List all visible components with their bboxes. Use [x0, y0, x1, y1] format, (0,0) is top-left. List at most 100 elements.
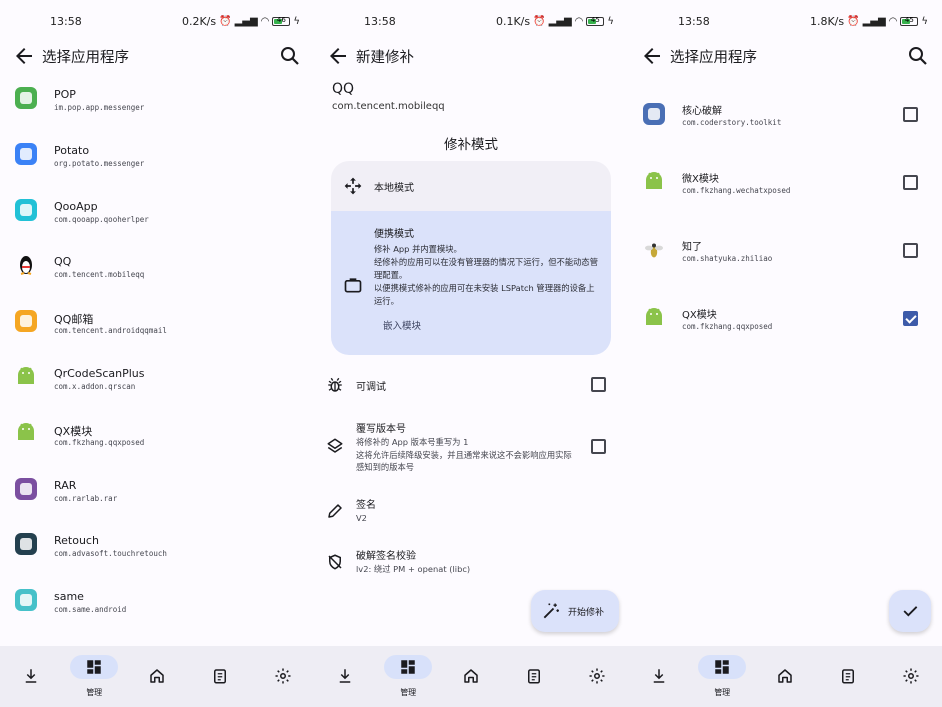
- sign-option[interactable]: 签名 V2: [314, 494, 628, 528]
- nav-item-dashboard[interactable]: 管理: [691, 646, 754, 707]
- module-checkbox[interactable]: [903, 243, 918, 258]
- module-icon: [642, 306, 666, 330]
- app-list-item[interactable]: QX模块 com.fkzhang.qqxposed: [0, 407, 314, 463]
- module-list-item[interactable]: QX模块 com.fkzhang.qqxposed: [628, 284, 942, 352]
- app-name: same: [54, 590, 84, 604]
- clipboard-icon: [525, 667, 543, 685]
- module-name: 核心破解: [682, 106, 722, 117]
- nav-item-clipboard[interactable]: [188, 646, 251, 707]
- app-list-item[interactable]: Retouch com.advasoft.touchretouch: [0, 518, 314, 574]
- nav-item-download[interactable]: [628, 646, 691, 707]
- module-list-item[interactable]: 微X模块 com.fkzhang.wechatxposed: [628, 148, 942, 216]
- override-version-option[interactable]: 覆写版本号 将修补的 App 版本号重写为 1 这将允许后续降级安装，并且通常来…: [314, 418, 628, 474]
- magic-wand-icon: [543, 603, 559, 619]
- nav-item-gear[interactable]: [251, 646, 314, 707]
- app-list: POP im.pop.app.messenger Potato org.potato.…: [0, 72, 314, 646]
- app-name: POP: [54, 88, 76, 101]
- app-list-item[interactable]: QQ邮箱 com.tencent.androidqqmail: [0, 295, 314, 351]
- app-name: QooApp: [54, 199, 98, 213]
- module-icon: [642, 170, 666, 194]
- alarm-icon: ⏰: [219, 15, 232, 27]
- arrow-left-icon[interactable]: [640, 44, 664, 68]
- top-app-bar: 选择应用程序: [0, 40, 314, 72]
- description-line: 这将允许后续降级安装，并且通常来说这不会影响应用实际感知到的版本号: [356, 449, 572, 473]
- dashboard-icon: [399, 658, 417, 676]
- module-list-item[interactable]: 核心破解 com.coderstory.toolkit: [628, 80, 942, 148]
- module-checkbox[interactable]: [903, 311, 918, 326]
- confirm-button[interactable]: [889, 590, 931, 632]
- network-speed: 0.2K/s: [181, 15, 217, 28]
- app-name: Potato: [54, 143, 90, 157]
- module-checkbox[interactable]: [903, 175, 918, 190]
- alarm-icon: ⏰: [847, 15, 860, 27]
- nav-item-home[interactable]: [440, 646, 503, 707]
- clipboard-icon: [839, 667, 857, 685]
- app-package: com.x.addon.qrscan: [54, 381, 136, 391]
- search-icon[interactable]: [278, 44, 302, 68]
- nav-item-download[interactable]: [0, 646, 63, 707]
- charging-icon: ϟ: [293, 15, 300, 27]
- screens: 13:58 0.2K/s ⏰ ▂▄▆ ◠ 46 ϟ 选择应用程序 POP im.p…: [0, 0, 942, 707]
- module-name: QX模块: [682, 310, 717, 321]
- status-time: 13:58: [364, 15, 396, 28]
- embed-modules-button[interactable]: 嵌入模块: [383, 318, 421, 332]
- mode-portable-option[interactable]: 便携模式 修补 App 并内置模块。 经修补的应用可以在没有管理器的情况下运行，…: [331, 211, 611, 355]
- app-list-item[interactable]: QQ com.tencent.mobileqq: [0, 239, 314, 295]
- app-list-item[interactable]: QooApp com.qooapp.qooherlper: [0, 184, 314, 240]
- alarm-icon: ⏰: [533, 15, 546, 27]
- debuggable-checkbox[interactable]: [591, 377, 606, 392]
- debuggable-option[interactable]: 可调试: [314, 372, 628, 398]
- app-package: com.fkzhang.qqxposed: [54, 437, 145, 447]
- app-list-item[interactable]: POP im.pop.app.messenger: [0, 72, 314, 128]
- bottom-navigation: 管理: [628, 646, 942, 707]
- nav-item-clipboard[interactable]: [816, 646, 879, 707]
- download-icon: [650, 667, 668, 685]
- nav-label: 管理: [400, 688, 417, 697]
- mode-portable-description: 修补 App 并内置模块。 经修补的应用可以在没有管理器的情况下运行，但不能动态…: [374, 243, 602, 308]
- select-app-screen: 13:58 0.2K/s ⏰ ▂▄▆ ◠ 46 ϟ 选择应用程序 POP im.p…: [0, 0, 314, 707]
- app-package: com.qooapp.qooherlper: [54, 214, 149, 224]
- app-list-item[interactable]: QrCodeScanPlus com.x.addon.qrscan: [0, 351, 314, 407]
- target-app-package: com.tencent.mobileqq: [332, 101, 445, 112]
- target-app-name: QQ: [332, 81, 355, 97]
- app-package: com.same.android: [54, 605, 127, 615]
- nav-item-clipboard[interactable]: [502, 646, 565, 707]
- home-icon: [776, 667, 794, 685]
- signature-bypass-option[interactable]: 破解签名校验 lv2: 绕过 PM + openat (libc): [314, 545, 628, 579]
- battery-level: 46: [276, 16, 286, 24]
- move-arrows-icon: [344, 177, 362, 195]
- module-package: com.fkzhang.wechatxposed: [682, 186, 791, 195]
- charging-icon: ϟ: [921, 15, 928, 27]
- page-title: 选择应用程序: [42, 50, 129, 66]
- override-version-checkbox[interactable]: [591, 439, 606, 454]
- bug-icon: [328, 377, 342, 392]
- module-icon: [642, 102, 666, 126]
- mode-local-option[interactable]: 本地模式: [331, 161, 611, 211]
- nav-item-dashboard[interactable]: 管理: [63, 646, 126, 707]
- arrow-left-icon[interactable]: [12, 44, 36, 68]
- description-line: 修补 App 并内置模块。: [374, 244, 462, 254]
- app-list-item[interactable]: same com.same.android: [0, 574, 314, 630]
- check-icon: [903, 606, 918, 617]
- nav-item-home[interactable]: [754, 646, 817, 707]
- search-icon[interactable]: [906, 44, 930, 68]
- module-checkbox[interactable]: [903, 107, 918, 122]
- nav-item-download[interactable]: [314, 646, 377, 707]
- status-bar: 13:58 0.1K/s ⏰ ▂▄▆ ◠ 45 ϟ: [314, 12, 628, 32]
- module-list-item[interactable]: 知了 com.shatyuka.zhiliao: [628, 216, 942, 284]
- nav-item-dashboard[interactable]: 管理: [377, 646, 440, 707]
- nav-item-gear[interactable]: [879, 646, 942, 707]
- app-list-item[interactable]: Potato org.potato.messenger: [0, 128, 314, 184]
- arrow-left-icon[interactable]: [326, 44, 350, 68]
- description-line: 以便携模式修补的应用可在未安装 LSPatch 管理器的设备上运行。: [374, 283, 595, 306]
- signal-icon: ▂▄▆: [548, 15, 572, 27]
- nav-item-home[interactable]: [126, 646, 189, 707]
- app-icon: [14, 421, 38, 445]
- app-package: im.pop.app.messenger: [54, 103, 145, 112]
- patch-mode-title: 修补模式: [444, 137, 498, 153]
- app-list-item[interactable]: RAR com.rarlab.rar: [0, 463, 314, 519]
- nav-item-gear[interactable]: [565, 646, 628, 707]
- bottom-navigation: 管理: [0, 646, 314, 707]
- start-patch-button[interactable]: 开始修补: [531, 590, 619, 632]
- signal-icon: ▂▄▆: [862, 15, 886, 27]
